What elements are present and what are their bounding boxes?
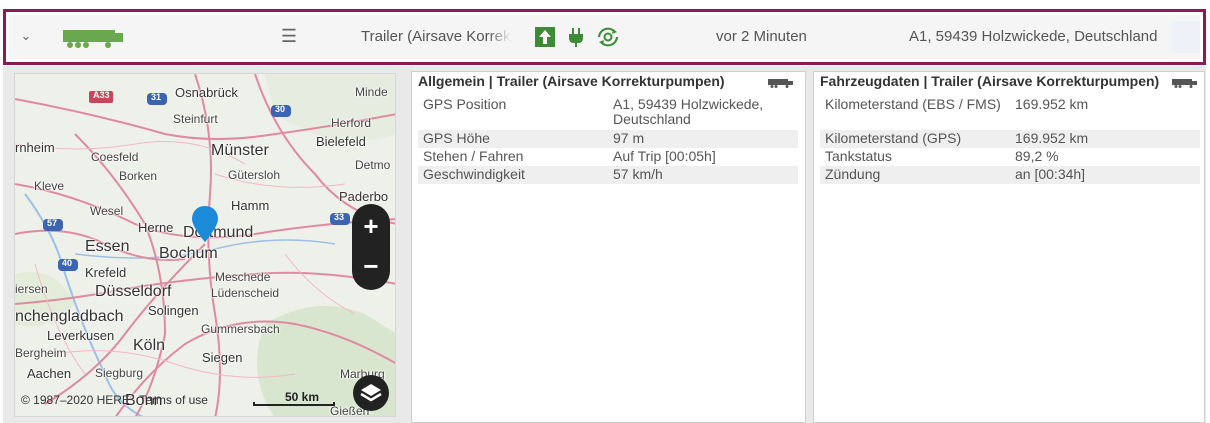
row-value: 97 m: [608, 130, 798, 148]
map-city-label: Solingen: [148, 303, 199, 318]
map-city-label: Leverkusen: [47, 328, 115, 343]
map-city-label: Essen: [85, 238, 130, 255]
sync-cog-icon: [598, 27, 618, 47]
road-badge-label: 57: [47, 218, 58, 228]
hamburger-menu-icon[interactable]: ☰: [279, 26, 299, 46]
row-label: Kilometerstand (GPS): [820, 130, 1010, 148]
map-city-label: Siegen: [202, 350, 243, 365]
trailer-truck-icon: [63, 30, 123, 48]
map-city-label: Minde: [355, 85, 388, 99]
map-city-label: Osnabrück: [175, 85, 238, 100]
layers-icon: [360, 384, 382, 402]
power-plug-icon: [569, 28, 583, 47]
table-row: GPS Höhe 97 m: [418, 130, 798, 148]
map-city-label: Bergheim: [15, 346, 67, 360]
header-scroll-area: [1172, 21, 1200, 53]
vehicle-data-table: Kilometerstand (EBS / FMS) 169.952 km Ki…: [820, 96, 1200, 184]
map-scale-bar: 50 km: [253, 390, 335, 406]
general-panel-title: Allgemein | Trailer (Airsave Korrekturpu…: [418, 73, 725, 89]
road-badge-label: 30: [275, 104, 286, 114]
map-scale-line: [253, 402, 335, 406]
map-city-label: Lüdenscheid: [211, 286, 280, 300]
map-city-label: Wesel: [90, 204, 124, 218]
road-badge-label: 31: [151, 92, 162, 102]
map-city-label: Aachen: [27, 366, 72, 381]
zoom-in-button[interactable]: +: [352, 206, 390, 246]
general-info-table: GPS Position A1, 59439 Holzwickede, Deut…: [418, 96, 798, 184]
row-label: Stehen / Fahren: [423, 148, 524, 164]
map-city-label: Kleve: [34, 179, 65, 193]
map-city-label: rnheim: [15, 140, 55, 155]
map-city-label: Steinfurt: [173, 112, 218, 126]
map-city-label: Herne: [138, 220, 174, 235]
trailer-truck-icon: [768, 79, 793, 88]
map-city-label: Krefeld: [85, 265, 127, 280]
road-badge-label: A33: [93, 90, 110, 100]
table-row: Zündung an [00:34h]: [820, 166, 1200, 184]
zoom-out-button[interactable]: −: [352, 246, 390, 286]
chevron-down-icon[interactable]: ⌄: [19, 29, 33, 43]
row-label: Zündung: [820, 166, 1010, 184]
map-attribution: © 1987–2020 HERE Terms of use: [21, 393, 208, 407]
vehicle-header-inner: ⌄ ☰ Trailer (Airsave Korrekturpumpen): [9, 15, 1200, 59]
map-city-label: Meschede: [215, 270, 271, 284]
map-city-label: Borken: [119, 169, 158, 183]
row-value: 169.952 km: [1015, 96, 1089, 112]
row-value: A1, 59439 Holzwickede, Deutschland: [613, 96, 764, 127]
table-row: Kilometerstand (EBS / FMS) 169.952 km: [820, 96, 1200, 130]
map-terms-link[interactable]: Terms of use: [139, 393, 208, 407]
map-city-label: Düsseldorf: [95, 283, 172, 300]
vehicle-panel-title: Fahrzeugdaten | Trailer (Airsave Korrekt…: [820, 73, 1160, 89]
map-city-label: Hamm: [231, 198, 270, 213]
table-row: Stehen / Fahren Auf Trip [00:05h]: [418, 148, 798, 166]
map-city-label: Köln: [133, 337, 166, 354]
row-label: Tankstatus: [825, 148, 892, 164]
map-panel[interactable]: A33 31 30 33 57 40 Osnabrück Minde Stein…: [14, 73, 396, 417]
road-badge-label: 40: [62, 258, 73, 268]
arrow-up-box-icon: [535, 27, 555, 47]
map-city-label: iersen: [15, 282, 48, 296]
row-value: Auf Trip [00:05h]: [613, 148, 716, 164]
vehicle-name: Trailer (Airsave Korrekturpumpen): [361, 28, 511, 45]
vehicle-header-row[interactable]: ⌄ ☰ Trailer (Airsave Korrekturpumpen): [3, 9, 1206, 65]
row-label: Geschwindigkeit: [418, 166, 608, 184]
map-city-label: Coesfeld: [91, 150, 139, 164]
table-row: Kilometerstand (GPS) 169.952 km: [820, 130, 1200, 148]
map-city-label: Siegburg: [95, 366, 144, 380]
map-city-label: Gummersbach: [201, 322, 280, 336]
map-copyright: © 1987–2020 HERE: [21, 393, 130, 407]
table-row: GPS Position A1, 59439 Holzwickede, Deut…: [418, 96, 798, 130]
row-value: 169.952 km: [1010, 130, 1200, 148]
zoom-control: + −: [352, 204, 390, 290]
row-value: an [00:34h]: [1010, 166, 1200, 184]
map-city-label: Münster: [211, 142, 269, 159]
vehicle-data-panel: Fahrzeugdaten | Trailer (Airsave Korrekt…: [813, 71, 1205, 423]
last-seen-time: vor 2 Minuten: [716, 28, 807, 45]
table-row: Geschwindigkeit 57 km/h: [418, 166, 798, 184]
trailer-truck-icon: [1172, 79, 1197, 88]
vehicle-address: A1, 59439 Holzwickede, Deutschland: [909, 28, 1158, 45]
map-city-label: nchengladbach: [15, 308, 124, 325]
table-row: Tankstatus 89,2 %: [820, 148, 1200, 166]
map-city-label: Herford: [331, 116, 372, 130]
layers-button[interactable]: [353, 375, 389, 411]
map-city-label: Gütersloh: [228, 168, 281, 182]
road-badge-label: 33: [334, 212, 345, 222]
row-value: 57 km/h: [608, 166, 798, 184]
map-city-label: Paderbo: [339, 189, 389, 204]
map-city-label: Bielefeld: [316, 134, 366, 149]
row-label: Kilometerstand (EBS / FMS): [825, 96, 1001, 112]
map-city-label: Detmo: [355, 158, 391, 172]
general-info-panel: Allgemein | Trailer (Airsave Korrekturpu…: [411, 71, 806, 423]
map-city-label: Bochum: [159, 245, 218, 262]
map-pin-icon[interactable]: [191, 205, 219, 243]
row-value: 89,2 %: [1015, 148, 1059, 164]
row-label: GPS Höhe: [418, 130, 608, 148]
row-label: GPS Position: [423, 96, 507, 112]
